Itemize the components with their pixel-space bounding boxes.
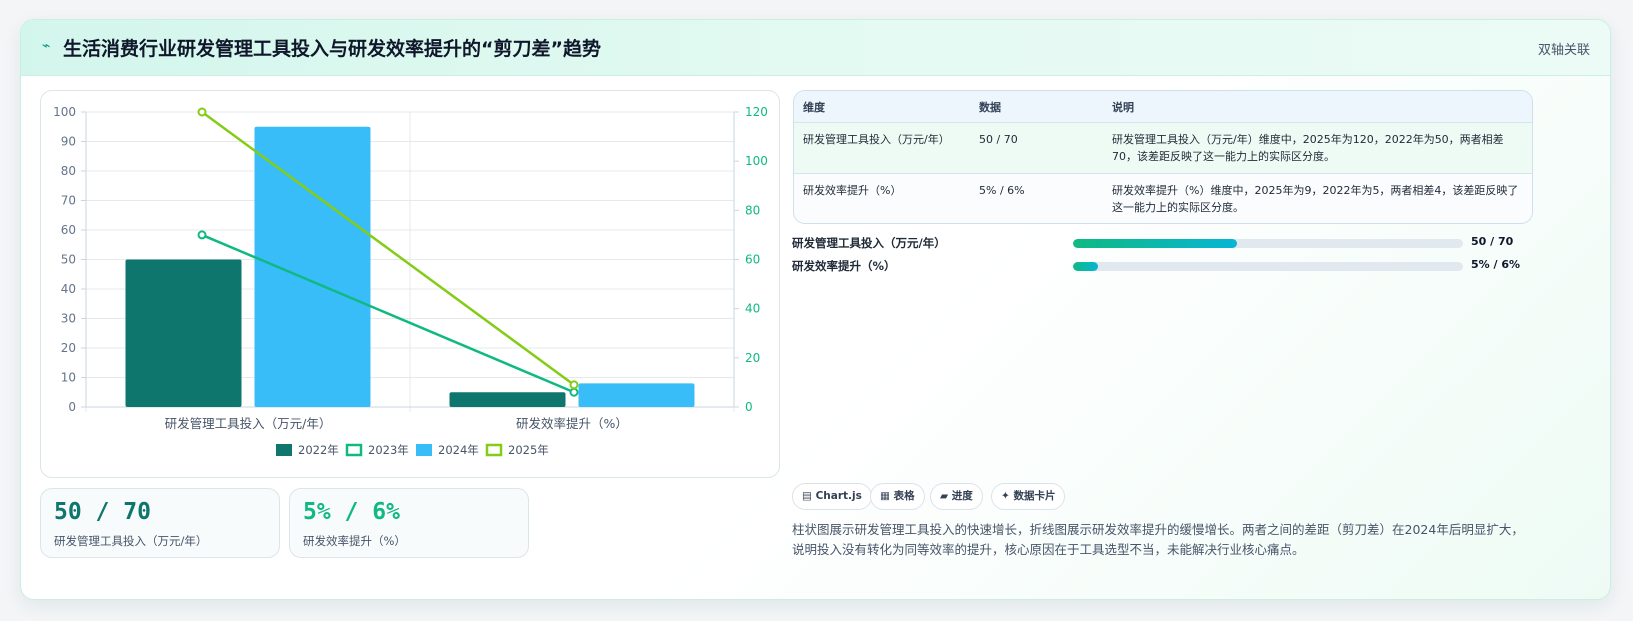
cell-data: 5% / 6% [979, 184, 1025, 197]
y-right-tick-label: 120 [745, 105, 768, 119]
progress-label: 研发效率提升（%） [792, 259, 896, 273]
progress-label: 研发管理工具投入（万元/年） [792, 236, 946, 250]
bar-2024年 [254, 126, 371, 407]
legend-swatch [485, 443, 503, 457]
progress-fill [1073, 262, 1099, 271]
card-header: ⌁ 生活消费行业研发管理工具投入与研发效率提升的“剪刀差”趋势 双轴关联 [21, 20, 1610, 76]
point-2023年 [569, 387, 579, 397]
bar-2022年 [449, 392, 566, 407]
progress-fill [1073, 239, 1237, 248]
chip-data-card[interactable]: ✦ 数据卡片 [991, 483, 1066, 510]
x-tick-label: 研发管理工具投入（万元/年） [165, 416, 332, 431]
header-description: 说明 [1112, 101, 1134, 114]
bolt-icon: ⌁ [42, 38, 51, 54]
y-left-tick-label: 70 [61, 194, 76, 208]
cell-dimension: 研发效率提升（%） [803, 184, 902, 197]
stat-value: 5% / 6% [303, 499, 400, 525]
stat-card-efficiency: 5% / 6% 研发效率提升（%） [289, 488, 529, 558]
chip-table[interactable]: ▦ 表格 [870, 483, 925, 510]
chip-chartjs[interactable]: ▤ Chart.js [792, 483, 872, 510]
table-row: 研发管理工具投入（万元/年） 50 / 70 研发管理工具投入（万元/年）维度中… [794, 123, 1532, 174]
stat-label: 研发效率提升（%） [303, 534, 406, 548]
legend-swatch [345, 443, 363, 457]
y-left-tick-label: 0 [68, 400, 76, 414]
progress-investment: 研发管理工具投入（万元/年） 50 / 70 [792, 234, 1532, 252]
legend-label: 2023年 [368, 443, 409, 457]
y-left-tick-label: 30 [61, 312, 76, 326]
progress-value: 5% / 6% [1471, 258, 1521, 271]
legend-label: 2022年 [298, 443, 339, 457]
stat-label: 研发管理工具投入（万元/年） [54, 534, 208, 548]
y-right-tick-label: 40 [745, 302, 760, 316]
x-tick-label: 研发效率提升（%） [516, 416, 628, 431]
chart-card: ⌁ 生活消费行业研发管理工具投入与研发效率提升的“剪刀差”趋势 双轴关联 0 10… [20, 19, 1611, 600]
stat-value: 50 / 70 [54, 499, 151, 525]
y-left-tick-label: 80 [61, 164, 76, 178]
header-data: 数据 [979, 101, 1001, 114]
point-2025年 [569, 380, 579, 390]
progress-track [1073, 239, 1463, 248]
y-left-tick-label: 40 [61, 282, 76, 296]
legend-swatch [276, 444, 292, 456]
y-right-tick-label: 20 [745, 351, 760, 365]
y-left-tick-label: 10 [61, 371, 76, 385]
data-table: 维度 数据 说明 研发管理工具投入（万元/年） 50 / 70 研发管理工具投入… [793, 90, 1533, 224]
cell-dimension: 研发管理工具投入（万元/年） [803, 133, 950, 146]
y-left-tick-label: 100 [53, 105, 76, 119]
chart-description: 柱状图展示研发管理工具投入的快速增长，折线图展示研发效率提升的缓慢增长。两者之间… [792, 522, 1524, 557]
cell-data: 50 / 70 [979, 133, 1018, 146]
legend-label: 2024年 [438, 443, 479, 457]
bar-2022年 [125, 259, 242, 407]
table-row: 研发效率提升（%） 5% / 6% 研发效率提升（%）维度中，2025年为9，2… [794, 174, 1532, 223]
progress-track [1073, 262, 1463, 271]
point-2023年 [197, 230, 207, 240]
legend-label: 2025年 [508, 443, 549, 457]
point-2025年 [197, 107, 207, 117]
table-header: 维度 数据 说明 [794, 91, 1532, 123]
dual-axis-tag: 双轴关联 [1537, 43, 1590, 58]
y-left-tick-label: 60 [61, 223, 76, 237]
combo-chart: 0 10 20 30 40 50 60 70 80 90 100 0 20 40 60 80 100 120 研发管… [40, 90, 780, 478]
stat-card-investment: 50 / 70 研发管理工具投入（万元/年） [40, 488, 280, 558]
chart-svg: 0 10 20 30 40 50 60 70 80 90 100 0 20 40 60 80 100 120 研发管… [53, 105, 768, 457]
cell-description: 研发管理工具投入（万元/年）维度中，2025年为120，2022年为50，两者相… [1112, 133, 1504, 163]
header-dimension: 维度 [803, 101, 825, 114]
y-right-tick-label: 80 [745, 203, 760, 217]
bar-2024年 [578, 383, 695, 407]
cell-description: 研发效率提升（%）维度中，2025年为9，2022年为5，两者相差4，该差距反映… [1112, 184, 1519, 214]
legend-swatch [416, 444, 432, 456]
progress-efficiency: 研发效率提升（%） 5% / 6% [792, 257, 1532, 275]
y-right-tick-label: 100 [745, 154, 768, 168]
page-title: 生活消费行业研发管理工具投入与研发效率提升的“剪刀差”趋势 [63, 38, 601, 60]
progress-value: 50 / 70 [1471, 235, 1514, 248]
y-right-tick-label: 60 [745, 253, 760, 267]
y-left-tick-label: 50 [61, 253, 76, 267]
y-left-tick-label: 20 [61, 341, 76, 355]
y-right-tick-label: 0 [745, 400, 753, 414]
chip-progress[interactable]: ▰ 进度 [930, 483, 983, 510]
y-left-tick-label: 90 [61, 135, 76, 149]
